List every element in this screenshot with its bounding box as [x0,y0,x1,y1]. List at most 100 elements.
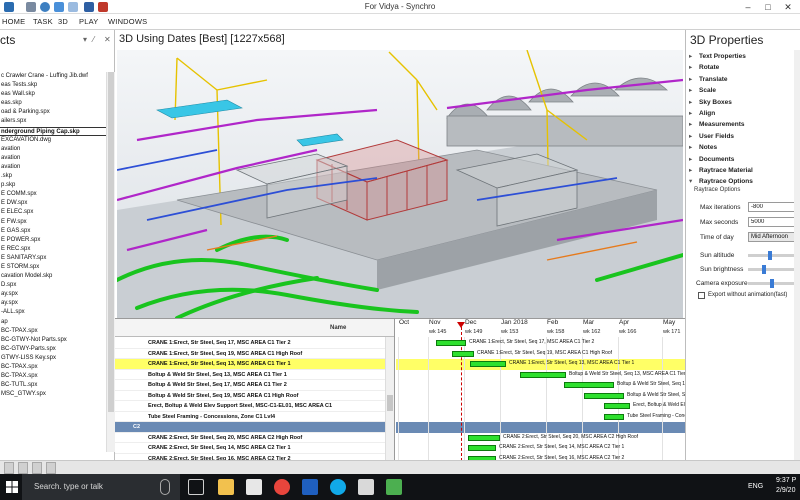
task-row[interactable]: Erect, Boltup & Weld Elev Support Steel,… [115,401,385,412]
file-explorer-icon[interactable] [218,479,234,495]
gantt-bar[interactable] [468,434,500,441]
chevron-right-icon[interactable]: ▸ [689,120,699,128]
task-row[interactable]: CRANE 2:Erect, Str Steel, Seq 20, MSC AR… [115,433,385,443]
resource-list-item[interactable]: p.skp [0,181,106,190]
properties-scrollbar[interactable] [794,50,800,460]
property-section[interactable]: ▸ Scale [689,86,716,94]
gantt-bar[interactable] [584,392,624,399]
resource-list-item[interactable]: E REC.spx [0,245,106,254]
resource-list-item[interactable]: -ALL.spx [0,308,106,317]
synchro-app-icon[interactable] [386,479,402,495]
close-button[interactable]: ✕ [778,0,798,14]
slider-thumb[interactable] [770,279,774,288]
resource-list-item[interactable]: BC-TPAX.spx [0,372,106,381]
property-section[interactable]: ▸ Documents [689,155,734,163]
microphone-icon[interactable] [160,479,170,495]
task-row[interactable]: CRANE 2:Erect, Str Steel, Seq 14, MSC AR… [115,443,385,454]
gantt-bar[interactable] [604,413,624,420]
resource-list-item[interactable]: avation [0,154,106,163]
resource-list-item[interactable]: ay.spx [0,299,106,308]
resource-list-item[interactable]: E STORM.spx [0,263,106,272]
clock-time[interactable]: 9:37 P [776,477,796,484]
view-tab[interactable] [46,462,56,474]
property-section[interactable]: ▸ User Fields [689,132,734,140]
resource-list-item[interactable]: GTWY-LISS Key.spx [0,354,106,363]
gantt-bar[interactable] [452,350,474,357]
resource-list-item[interactable]: ailers.spx [0,117,106,126]
task-row[interactable]: Tube Steel Framing - Concessions, Zone C… [115,412,385,422]
close-panel-icon[interactable]: ✕ [104,35,111,44]
sun-brightness-slider[interactable] [748,265,800,274]
task-row[interactable]: Boltup & Weld Str Steel, Seq 19, MSC ARE… [115,391,385,401]
resource-list-item[interactable]: BC-GTWY-Not Parts.spx [0,336,106,345]
chevron-right-icon[interactable]: ▸ [689,143,699,151]
resource-list-scrollbar[interactable] [106,72,115,452]
task-row[interactable]: CRANE 1:Erect, Str Steel, Seq 19, MSC AR… [115,349,385,359]
task-row[interactable]: CRANE 1:Erect, Str Steel, Seq 17, MSC AR… [115,338,385,349]
max-iterations-input[interactable] [748,202,800,212]
resource-list-item[interactable]: BC-TUTL.spx [0,381,106,390]
gantt-bar[interactable] [436,340,466,346]
minimize-button[interactable]: – [738,0,758,14]
property-section[interactable]: ▸ Text Properties [689,52,746,60]
resource-list-item[interactable]: EXCAVATION.dwg [0,136,106,145]
property-section[interactable]: ▸ Align [689,109,715,117]
task-row[interactable]: Boltup & Weld Str Steel, Seq 13, MSC ARE… [115,370,385,380]
slider-thumb[interactable] [762,265,766,274]
gantt-bar[interactable] [604,403,630,409]
windows-start-icon[interactable] [6,481,18,493]
resource-list-item[interactable]: oad & Parking.spx [0,108,106,117]
task-row[interactable]: Boltup & Weld Str Steel, Seq 17, MSC ARE… [115,380,385,391]
property-section[interactable]: ▸ Translate [689,75,728,83]
resource-list-item[interactable]: ay.spx [0,290,106,299]
gantt-bar[interactable] [468,445,496,451]
task-row[interactable]: CRANE 1:Erect, Str Steel, Seq 13, MSC AR… [115,359,385,370]
menu-task[interactable]: TASK [33,17,53,26]
menu-home[interactable]: HOME [2,17,25,26]
resource-list-item[interactable]: ap [0,318,106,327]
slider-thumb[interactable] [768,251,772,260]
property-section[interactable]: ▸ Rotate [689,63,719,71]
resource-list-item[interactable]: avation [0,145,106,154]
view-tab[interactable] [4,462,14,474]
sun-altitude-slider[interactable] [748,251,800,260]
chevron-right-icon[interactable]: ▸ [689,75,699,83]
chevron-right-icon[interactable]: ▸ [689,52,699,60]
camera-exposure-slider[interactable] [748,279,800,288]
store-icon[interactable] [246,479,262,495]
gantt-bar[interactable] [564,382,614,388]
resource-list-item[interactable]: nderground Piping Cap.skp [0,126,106,136]
resource-list-item[interactable]: cavation Model.skp [0,272,106,281]
task-grid-scrollbar[interactable] [385,337,394,461]
skype-icon[interactable] [330,479,346,495]
property-section[interactable]: ▾ Raytrace Options [689,177,753,185]
pin-icon[interactable]: ⁄ [93,35,94,44]
property-section[interactable]: ▸ Sky Boxes [689,98,732,106]
chevron-right-icon[interactable]: ▸ [689,86,699,94]
menu-play[interactable]: PLAY [79,17,98,26]
resource-list-item[interactable]: E SANITARY.spx [0,254,106,263]
resource-list-item[interactable]: BC-TPAX.spx [0,327,106,336]
chrome-icon[interactable] [274,479,290,495]
property-section[interactable]: ▸ Measurements [689,120,745,128]
chevron-right-icon[interactable]: ▸ [689,132,699,140]
resource-list-item[interactable]: eas Tests.skp [0,81,106,90]
3d-viewport[interactable] [117,50,683,318]
panel-menu-icon[interactable]: ▾ [83,35,87,44]
taskbar-search-box[interactable]: Search. type or talk [22,474,180,500]
menu-windows[interactable]: WINDOWS [108,17,147,26]
view-tab[interactable] [18,462,28,474]
chevron-right-icon[interactable]: ▸ [689,155,699,163]
clock-date[interactable]: 2/9/20 [776,487,795,494]
resource-list-item[interactable]: avation [0,163,106,172]
resource-list-item[interactable]: c Crawler Crane - Luffing Jib.dwf [0,72,106,81]
resource-list-item[interactable]: .skp [0,172,106,181]
chevron-down-icon[interactable]: ▾ [689,177,699,185]
resource-list-item[interactable]: BC-TPAX.spx [0,363,106,372]
task-view-icon[interactable] [188,479,204,495]
scrollbar-thumb[interactable] [108,72,114,412]
property-section[interactable]: ▸ Raytrace Material [689,166,753,174]
resource-list-item[interactable]: eas Wall.skp [0,90,106,99]
gantt-bar[interactable] [470,361,506,367]
chevron-right-icon[interactable]: ▸ [689,63,699,71]
